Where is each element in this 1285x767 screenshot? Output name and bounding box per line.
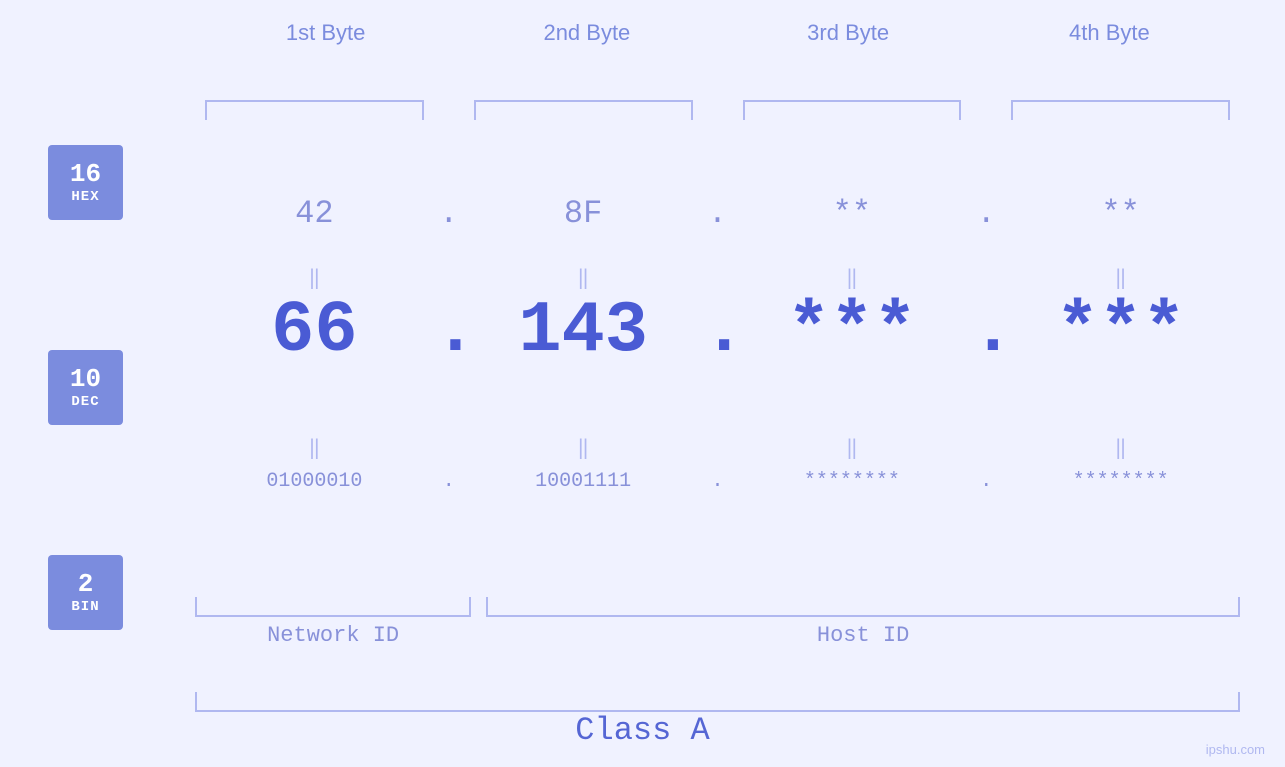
host-bracket-line	[486, 597, 1240, 617]
eq-2b: ‖	[464, 435, 703, 461]
base-labels: 16 HEX 10 DEC 2 BIN	[48, 145, 123, 630]
col-header-2: 2nd Byte	[456, 20, 717, 46]
dec-b1: 66	[195, 290, 434, 372]
bottom-brackets: Network ID Host ID	[195, 597, 1240, 657]
hex-dot-2: .	[703, 195, 733, 232]
class-label: Class A	[0, 712, 1285, 749]
bracket-1	[195, 100, 434, 120]
dec-label: DEC	[71, 394, 99, 410]
dec-b3: ***	[733, 290, 972, 372]
bracket-3	[733, 100, 972, 120]
dec-dot-3: .	[971, 290, 1001, 372]
network-id-label: Network ID	[195, 623, 471, 648]
main-grid: 42 . 8F . ** . ** ‖ ‖ ‖ ‖ 66 . 143 . ***…	[195, 75, 1240, 667]
hex-b4: **	[1001, 195, 1240, 232]
eq-4: ‖	[1001, 265, 1240, 291]
bracket-line-3	[743, 100, 962, 120]
dec-b4: ***	[1001, 290, 1240, 372]
bin-b2: 10001111	[464, 470, 703, 493]
hex-b1: 42	[195, 195, 434, 232]
hex-b3: **	[733, 195, 972, 232]
column-headers: 1st Byte 2nd Byte 3rd Byte 4th Byte	[195, 20, 1240, 46]
hex-dot-3: .	[971, 195, 1001, 232]
bracket-line-4	[1011, 100, 1230, 120]
bracket-line-2	[474, 100, 693, 120]
network-id-bracket: Network ID	[195, 597, 471, 648]
col-header-1: 1st Byte	[195, 20, 456, 46]
hex-row: 42 . 8F . ** . **	[195, 195, 1240, 232]
main-container: 1st Byte 2nd Byte 3rd Byte 4th Byte 16 H…	[0, 0, 1285, 767]
bin-badge: 2 BIN	[48, 555, 123, 630]
bin-label: BIN	[71, 599, 99, 615]
eq-3: ‖	[733, 265, 972, 291]
bin-dot-2: .	[703, 470, 733, 493]
bin-b3: ********	[733, 470, 972, 493]
bin-row: 01000010 . 10001111 . ******** . *******…	[195, 470, 1240, 493]
dec-row: 66 . 143 . *** . ***	[195, 290, 1240, 372]
hex-badge: 16 HEX	[48, 145, 123, 220]
bin-dot-1: .	[434, 470, 464, 493]
eq-1b: ‖	[195, 435, 434, 461]
net-bracket-line	[195, 597, 471, 617]
hex-dot-1: .	[434, 195, 464, 232]
bin-b1: 01000010	[195, 470, 434, 493]
dec-dot-2: .	[703, 290, 733, 372]
bin-b4: ********	[1001, 470, 1240, 493]
col-header-3: 3rd Byte	[718, 20, 979, 46]
bin-num: 2	[78, 571, 94, 597]
host-id-label: Host ID	[486, 623, 1240, 648]
bracket-2	[464, 100, 703, 120]
hex-num: 16	[70, 161, 101, 187]
top-brackets	[195, 85, 1240, 120]
eq-2: ‖	[464, 265, 703, 291]
eq-row-1: ‖ ‖ ‖ ‖	[195, 265, 1240, 291]
host-id-bracket: Host ID	[486, 597, 1240, 648]
eq-4b: ‖	[1001, 435, 1240, 461]
bracket-line-1	[205, 100, 424, 120]
dec-num: 10	[70, 366, 101, 392]
bracket-4	[1001, 100, 1240, 120]
dec-badge: 10 DEC	[48, 350, 123, 425]
bin-dot-3: .	[971, 470, 1001, 493]
eq-row-2: ‖ ‖ ‖ ‖	[195, 435, 1240, 461]
col-header-4: 4th Byte	[979, 20, 1240, 46]
hex-label: HEX	[71, 189, 99, 205]
bottom-big-bracket	[195, 692, 1240, 712]
eq-1: ‖	[195, 265, 434, 291]
eq-3b: ‖	[733, 435, 972, 461]
hex-b2: 8F	[464, 195, 703, 232]
dec-dot-1: .	[434, 290, 464, 372]
dec-b2: 143	[464, 290, 703, 372]
watermark: ipshu.com	[1206, 742, 1265, 757]
